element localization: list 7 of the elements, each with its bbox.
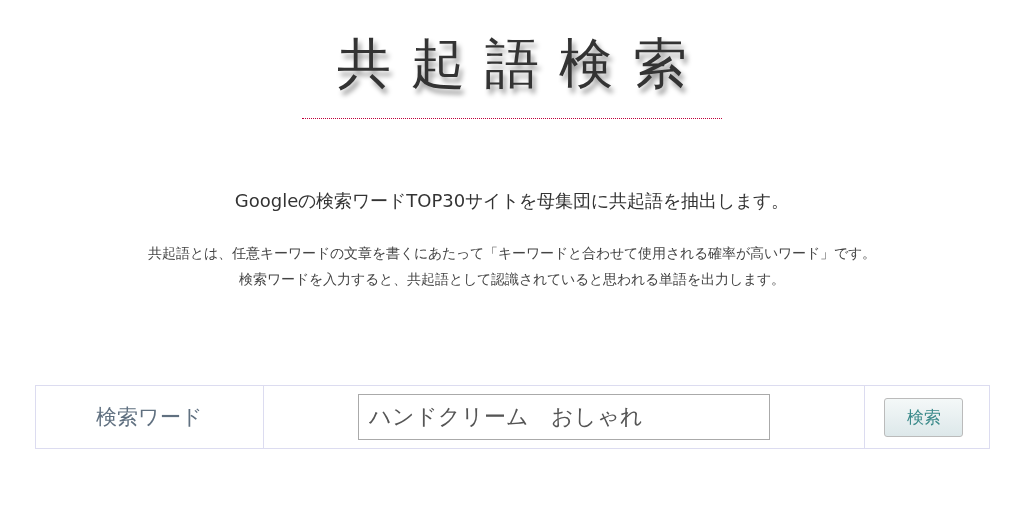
search-field[interactable]: ハンドクリーム おしゃれ <box>357 394 770 440</box>
search-label: 検索ワード <box>95 404 203 431</box>
description-text: 共起語とは、任意キーワードの文章を書くにあたって「キーワードと合わせて使用される確率が高いワード」です。 <box>148 245 876 263</box>
logo-title: 共起語検索 <box>336 31 707 97</box>
search-button[interactable]: 検索 <box>884 397 963 437</box>
lead-text: Googleの検索ワードTOP30サイトを母集団に共起語を抽出します。 <box>234 189 790 213</box>
description-text: 検索ワードを入力すると、共起語として認識されていると思われる単語を出力します。 <box>239 271 785 289</box>
